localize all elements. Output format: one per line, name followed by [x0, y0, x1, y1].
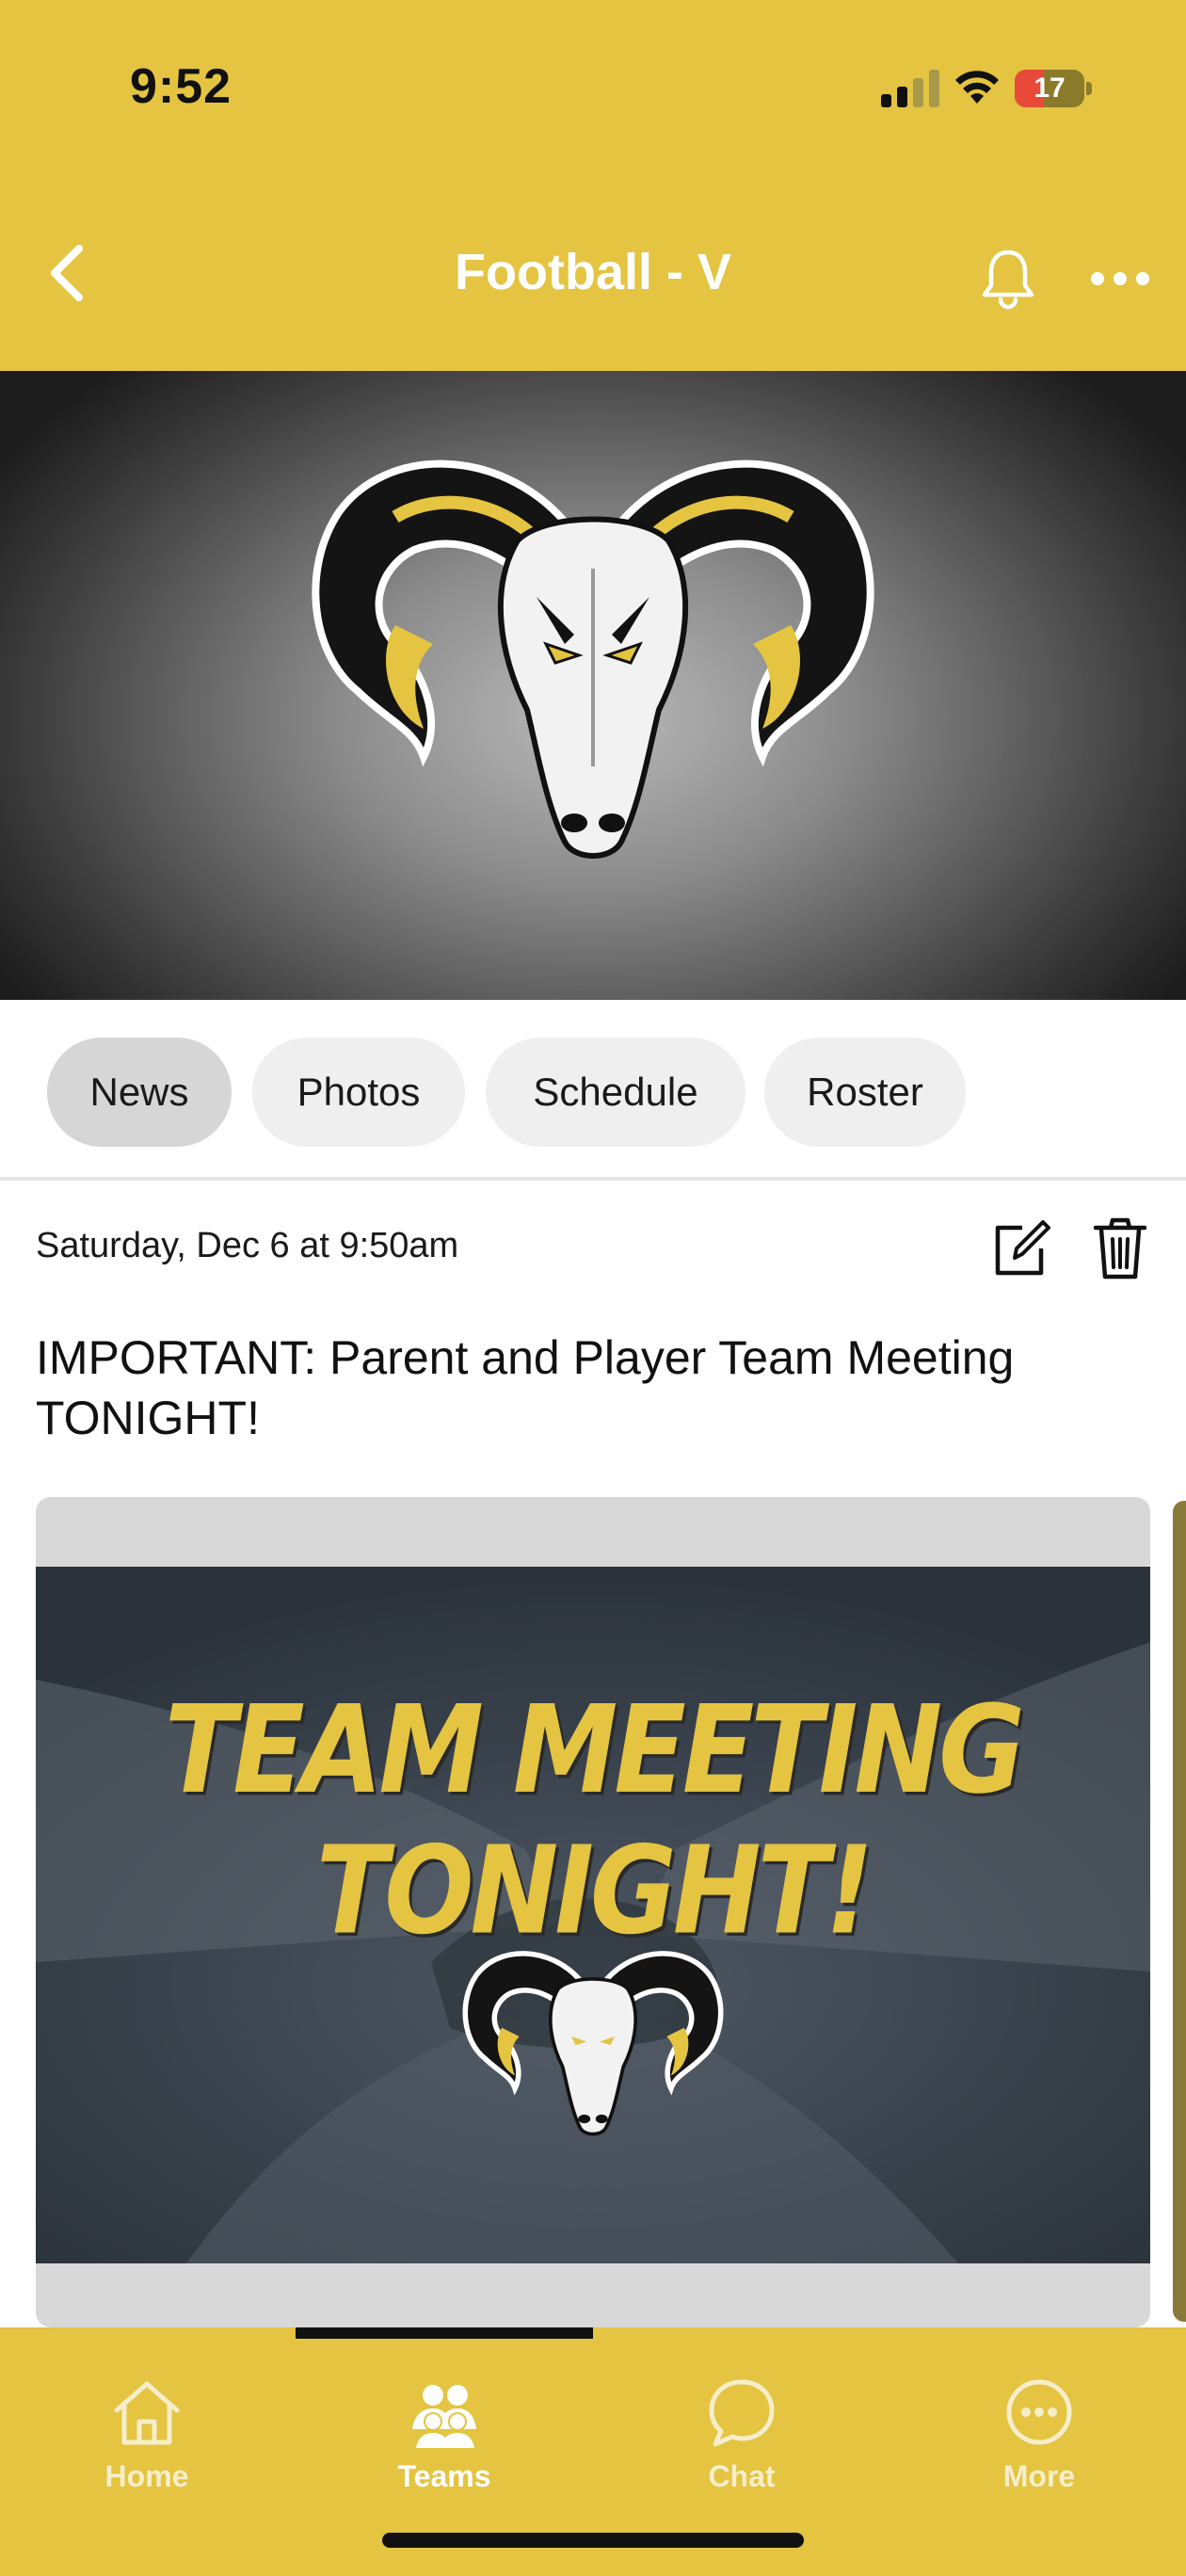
app-header: 9:52 17 Football - V: [0, 0, 1186, 371]
teams-icon: [412, 2385, 476, 2448]
nav-more[interactable]: More: [945, 2375, 1133, 2494]
post-image: TEAM MEETING TONIGHT!: [36, 1567, 1150, 2263]
ellipsis-icon: [1091, 272, 1149, 285]
nav-teams-label: Teams: [397, 2459, 491, 2493]
ram-logo-small: [462, 1951, 724, 2136]
nav-home-label: Home: [104, 2459, 189, 2493]
nav-chat-label: Chat: [708, 2459, 776, 2493]
wifi-icon: [955, 71, 999, 104]
more-options-button[interactable]: [1082, 250, 1158, 307]
edit-icon: [995, 1220, 1050, 1276]
page-title: Football - V: [455, 244, 731, 300]
notifications-button[interactable]: [975, 241, 1041, 316]
home-indicator[interactable]: [382, 2533, 804, 2548]
post-image-card[interactable]: TEAM MEETING TONIGHT!: [36, 1497, 1150, 2327]
more-circle-icon: [1006, 2379, 1072, 2445]
nav-home[interactable]: Home: [53, 2375, 241, 2494]
trash-icon: [1093, 1217, 1147, 1280]
nav-chat[interactable]: Chat: [648, 2375, 836, 2494]
back-button[interactable]: [38, 235, 94, 311]
chat-icon: [709, 2379, 775, 2447]
tab-photos[interactable]: Photos: [252, 1038, 465, 1147]
team-banner: [0, 371, 1186, 1000]
post-date: Saturday, Dec 6 at 9:50am: [36, 1226, 459, 1265]
home-icon: [114, 2381, 180, 2445]
delete-post-button[interactable]: [1092, 1216, 1148, 1280]
chevron-left-icon: [51, 245, 83, 301]
nav-more-label: More: [1002, 2459, 1076, 2493]
scroll-indicator: [296, 2327, 593, 2339]
bell-icon: [982, 250, 1034, 310]
post-title: IMPORTANT: Parent and Player Team Meetin…: [36, 1331, 1015, 1444]
status-time: 9:52: [130, 59, 232, 114]
team-meeting-headline: TEAM MEETING TONIGHT!: [164, 1680, 1025, 1962]
cellular-signal-icon: [881, 70, 939, 107]
next-image-card-peek[interactable]: [1173, 1501, 1186, 2322]
battery-level: 17: [1034, 72, 1066, 104]
tab-roster[interactable]: Roster: [764, 1038, 966, 1147]
edit-post-button[interactable]: [990, 1216, 1052, 1280]
tab-schedule[interactable]: Schedule: [486, 1038, 745, 1147]
section-tabs: News Photos Schedule Roster: [0, 1000, 1186, 1181]
tab-news[interactable]: News: [47, 1038, 232, 1147]
nav-teams[interactable]: Teams: [350, 2375, 538, 2494]
battery-icon: 17: [1015, 70, 1092, 107]
ram-logo: [312, 459, 874, 859]
